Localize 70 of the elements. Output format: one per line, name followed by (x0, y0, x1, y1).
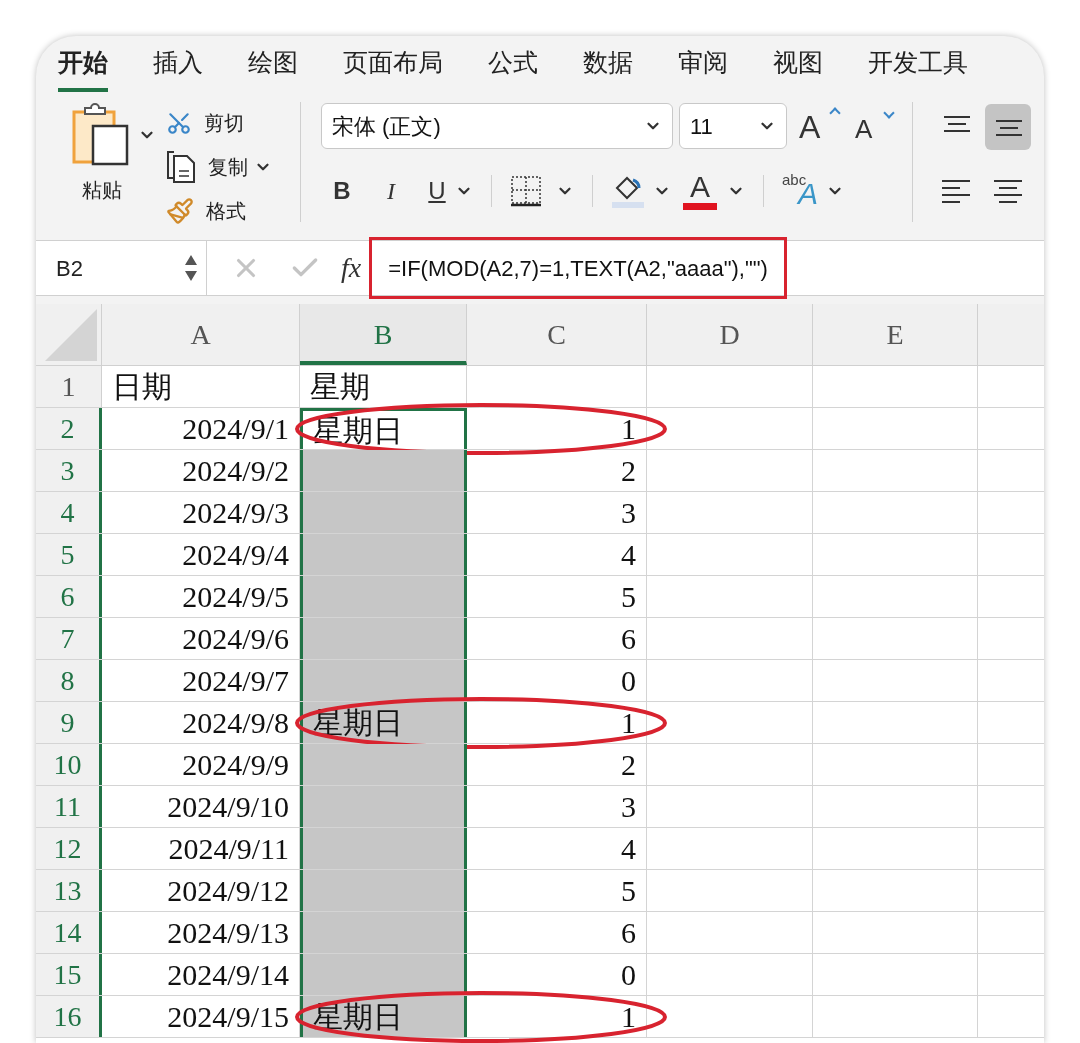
ribbon-tab[interactable]: 绘图 (248, 44, 298, 92)
table-cell: 1 (467, 996, 647, 1037)
borders-icon[interactable] (510, 175, 542, 207)
cut-button[interactable]: 剪切 (166, 106, 296, 140)
font-size-dropdown[interactable]: 11 (679, 103, 787, 149)
ribbon-tab[interactable]: 审阅 (678, 44, 728, 92)
align-icon (992, 177, 1024, 205)
spinner-icon (184, 253, 198, 283)
row-header[interactable]: 10 (36, 744, 102, 785)
table-cell: 3 (467, 492, 647, 533)
font-name-dropdown[interactable]: 宋体 (正文) (321, 103, 673, 149)
table-cell: 6 (467, 618, 647, 659)
ribbon-tab[interactable]: 开发工具 (868, 44, 968, 92)
grow-font-button[interactable]: A (799, 103, 845, 149)
row-header[interactable]: 12 (36, 828, 102, 869)
row-header[interactable]: 8 (36, 660, 102, 701)
table-cell: 5 (467, 576, 647, 617)
copy-button[interactable]: 复制 (166, 150, 248, 184)
formula-field[interactable]: =IF(MOD(A2,7)=1,TEXT(A2,"aaaa"),"") (369, 237, 787, 299)
table-cell: 4 (467, 828, 647, 869)
table-cell: 5 (467, 870, 647, 911)
ribbon-tab[interactable]: 页面布局 (343, 44, 443, 92)
row-header[interactable]: 5 (36, 534, 102, 575)
table-cell: 1 (467, 408, 647, 449)
row-header[interactable]: 15 (36, 954, 102, 995)
table-cell: 1 (467, 702, 647, 743)
ribbon-tab[interactable]: 开始 (58, 44, 108, 92)
table-cell: 0 (467, 954, 647, 995)
column-header[interactable]: D (647, 304, 813, 365)
align-icon (940, 177, 972, 205)
fill-bucket-icon[interactable] (611, 174, 645, 208)
column-header[interactable]: C (467, 304, 647, 365)
row-header[interactable]: 3 (36, 450, 102, 491)
paste-button[interactable]: 粘贴 (66, 102, 138, 200)
row-header[interactable]: 16 (36, 996, 102, 1037)
ribbon-tab[interactable]: 插入 (153, 44, 203, 92)
row-header[interactable]: 1 (36, 366, 102, 407)
row-header[interactable]: 6 (36, 576, 102, 617)
row-header[interactable]: 13 (36, 870, 102, 911)
underline-button[interactable]: U (419, 173, 455, 209)
row-header[interactable]: 7 (36, 618, 102, 659)
table-cell: 星期 (300, 366, 467, 407)
shrink-font-button[interactable]: A (855, 103, 895, 149)
column-header[interactable]: B (300, 304, 467, 365)
font-color-button[interactable]: A (683, 171, 717, 211)
align-button[interactable] (985, 104, 1031, 150)
ribbon-tab[interactable]: 公式 (488, 44, 538, 92)
bold-button[interactable]: B (321, 173, 363, 209)
table-cell: 6 (467, 912, 647, 953)
table-cell: 0 (467, 660, 647, 701)
row-header[interactable]: 11 (36, 786, 102, 827)
table-cell: 4 (467, 534, 647, 575)
row-header[interactable]: 4 (36, 492, 102, 533)
table-cell: 2 (467, 450, 647, 491)
ribbon-tab[interactable]: 视图 (773, 44, 823, 92)
paintbrush-icon (166, 197, 194, 225)
color-bar-icon (683, 203, 717, 210)
copy-icon (166, 150, 196, 184)
column-header[interactable]: E (813, 304, 978, 365)
italic-button[interactable]: I (363, 173, 419, 209)
row-header[interactable]: 14 (36, 912, 102, 953)
name-box[interactable]: B2 (36, 240, 207, 296)
row-header[interactable]: 2 (36, 408, 102, 449)
insert-function-button[interactable]: fx (341, 247, 362, 289)
ribbon-tab[interactable]: 数据 (583, 44, 633, 92)
table-cell: 日期 (102, 366, 300, 407)
table-cell: 2 (467, 744, 647, 785)
format-painter-button[interactable]: 格式 (166, 194, 296, 228)
table-cell: 3 (467, 786, 647, 827)
row-header[interactable]: 9 (36, 702, 102, 743)
